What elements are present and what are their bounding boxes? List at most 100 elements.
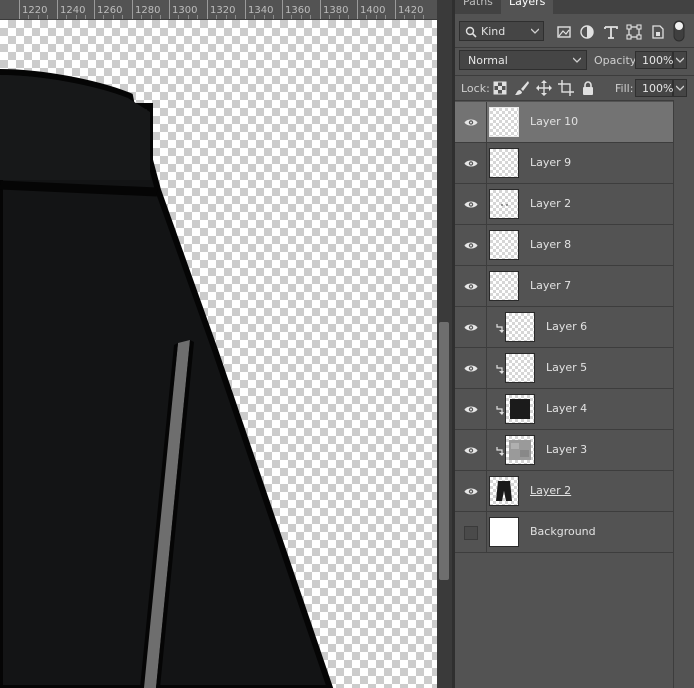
ruler-minor-tick	[103, 15, 104, 19]
visibility-toggle[interactable]	[455, 430, 487, 470]
visibility-toggle[interactable]	[455, 389, 487, 429]
ruler-minor-tick	[216, 15, 217, 19]
layer-name: Layer 9	[530, 156, 572, 169]
tab-layers[interactable]: Layers	[501, 0, 554, 14]
eye-icon	[464, 242, 478, 249]
eye-icon	[464, 201, 478, 208]
layer-row[interactable]: Layer 2	[455, 471, 673, 512]
layer-name: Layer 8	[530, 238, 572, 251]
opacity-dropdown-button[interactable]	[673, 51, 687, 69]
visibility-toggle[interactable]	[455, 102, 487, 142]
visibility-toggle[interactable]	[455, 471, 487, 511]
visibility-toggle[interactable]	[455, 225, 487, 265]
ruler-label: 1280	[135, 5, 161, 16]
eye-icon	[464, 283, 478, 290]
layer-thumbnail	[505, 435, 535, 465]
ruler-tick	[132, 0, 133, 19]
layer-row[interactable]: Layer 5	[455, 348, 673, 389]
visibility-toggle[interactable]	[455, 266, 487, 306]
layer-row[interactable]: Layer 3	[455, 430, 673, 471]
artboard-icon[interactable]	[558, 80, 574, 96]
ruler-minor-tick	[76, 15, 77, 19]
ruler-minor-tick	[28, 15, 29, 19]
kind-filter-dropdown[interactable]: Kind	[459, 21, 544, 41]
canvas-vertical-scrollbar[interactable]	[437, 0, 452, 688]
eye-icon	[464, 160, 478, 167]
opacity-input[interactable]: 100%	[635, 51, 673, 69]
ruler-tick	[207, 0, 208, 19]
layer-row[interactable]: Background	[455, 512, 673, 553]
ruler-minor-tick	[366, 15, 367, 19]
ruler-tick	[282, 0, 283, 19]
shape-filter-icon[interactable]	[626, 24, 642, 40]
opacity-value: 100%	[642, 54, 674, 67]
layer-thumbnail	[489, 230, 519, 260]
brush-icon[interactable]	[514, 80, 530, 96]
canvas-scroll-thumb[interactable]	[439, 322, 449, 580]
move-icon[interactable]	[536, 80, 552, 96]
layer-name: Layer 4	[546, 402, 588, 415]
blend-mode-dropdown[interactable]: Normal	[459, 50, 587, 70]
ruler-minor-tick	[385, 15, 386, 19]
visibility-empty-box	[464, 526, 478, 540]
ruler-minor-tick	[339, 15, 340, 19]
horizontal-ruler: 1220 1240 1260 1280 1300 1320 1340 1360 1380 1400…	[0, 0, 437, 20]
pixel-filter-icon[interactable]	[556, 24, 572, 40]
smart-object-filter-icon[interactable]	[650, 24, 666, 40]
layer-row[interactable]: Layer 9	[455, 143, 673, 184]
ruler-minor-tick	[226, 15, 227, 19]
layer-row[interactable]: Layer 2	[455, 184, 673, 225]
visibility-toggle[interactable]	[455, 307, 487, 347]
search-icon	[465, 26, 477, 38]
chevron-down-icon	[676, 85, 684, 91]
tab-paths[interactable]: Paths	[463, 0, 493, 14]
clipping-mask-icon	[496, 323, 504, 336]
ruler-label: 1300	[172, 5, 198, 16]
lock-icon[interactable]	[580, 80, 596, 96]
ruler-label: 1420	[398, 5, 424, 16]
lock-row: Lock: Fill: 100%	[455, 76, 694, 100]
chevron-down-icon	[573, 57, 581, 63]
fill-dropdown-button[interactable]	[673, 79, 687, 97]
ruler-minor-tick	[348, 15, 349, 19]
layers-panel: Paths Layers Kind Normal Opacity: 100% L…	[455, 0, 694, 688]
visibility-toggle[interactable]	[455, 143, 487, 183]
layer-row[interactable]: Layer 7	[455, 266, 673, 307]
eye-icon	[464, 406, 478, 413]
layer-row[interactable]: Layer 4	[455, 389, 673, 430]
layer-thumbnail	[489, 517, 519, 547]
layer-thumbnail	[489, 476, 519, 506]
ruler-minor-tick	[310, 15, 311, 19]
ruler-tick	[395, 0, 396, 19]
ruler-minor-tick	[291, 15, 292, 19]
visibility-toggle[interactable]	[455, 184, 487, 224]
fill-input[interactable]: 100%	[635, 79, 673, 97]
ruler-label: 1360	[285, 5, 311, 16]
layer-name: Layer 2	[530, 484, 572, 497]
type-filter-icon[interactable]	[603, 24, 619, 40]
layer-row[interactable]: Layer 10	[455, 102, 673, 143]
document-canvas[interactable]	[0, 20, 437, 688]
separator	[455, 100, 694, 101]
layer-thumbnail	[505, 394, 535, 424]
ruler-minor-tick	[235, 15, 236, 19]
ruler-minor-tick	[113, 15, 114, 19]
visibility-toggle[interactable]	[455, 512, 487, 552]
clipping-mask-icon	[496, 405, 504, 418]
layer-row[interactable]: Layer 8	[455, 225, 673, 266]
ruler-minor-tick	[38, 15, 39, 19]
ruler-minor-tick	[329, 15, 330, 19]
layer-row[interactable]: Layer 6	[455, 307, 673, 348]
fill-label: Fill:	[615, 82, 634, 95]
panel-scroll-track[interactable]	[673, 100, 694, 688]
visibility-toggle[interactable]	[455, 348, 487, 388]
chevron-down-icon	[676, 57, 684, 63]
lock-transparent-pixels-icon[interactable]	[492, 80, 508, 96]
eye-icon	[464, 447, 478, 454]
ruler-minor-tick	[122, 15, 123, 19]
adjustment-filter-icon[interactable]	[579, 24, 595, 40]
layer-name: Layer 5	[546, 361, 588, 374]
filter-toggle-icon[interactable]	[673, 20, 685, 42]
ruler-minor-tick	[178, 15, 179, 19]
ruler-label: 1260	[97, 5, 123, 16]
